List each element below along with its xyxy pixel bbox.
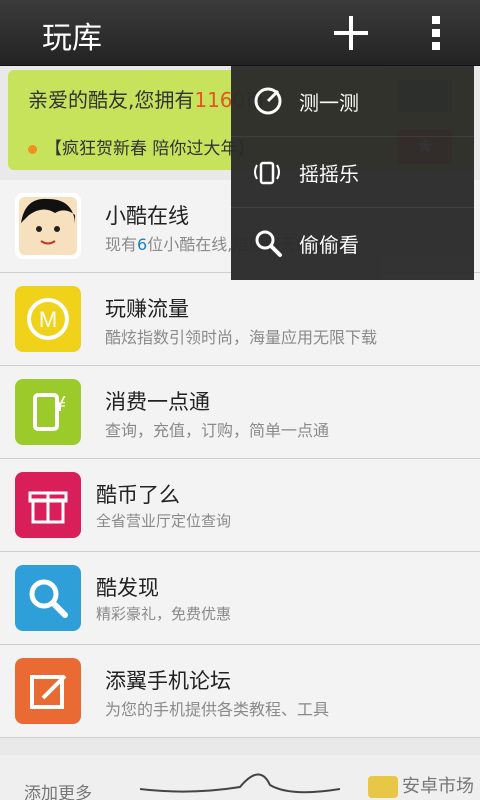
svg-text:¥: ¥ [54,392,67,416]
item-desc: 为您的手机提供各类教程、工具 [105,700,330,719]
plus-icon[interactable] [334,16,368,50]
menu-item-label: 测一测 [299,91,359,115]
list-item-discover[interactable]: 酷发现 精彩豪礼，免费优惠 [0,552,480,645]
phone-yuan-icon: ¥ [15,379,81,445]
gauge-icon [253,86,283,116]
item-title: 添翼手机论坛 [105,669,231,693]
m-coin-icon: M [15,286,81,352]
market-logo-icon [368,776,398,798]
list-item-earn-traffic[interactable]: M 玩赚流量 酷炫指数引领时尚，海量应用无限下载 [0,273,480,366]
avatar-icon [15,193,81,259]
item-title: 酷发现 [96,576,159,600]
footer: 添加更多 安卓市场 [0,755,480,800]
gift-icon [15,472,81,538]
watermark: 安卓市场 [368,772,474,798]
shake-phone-icon [253,157,283,187]
item-desc: 全省营业厅定位查询 [96,512,232,530]
overflow-menu: 测一测 摇摇乐 偷偷看 [231,66,474,280]
item-desc: 酷炫指数引领时尚，海量应用无限下载 [105,328,378,347]
greeting-text: 亲爱的酷友,您拥有1160币 [28,88,265,112]
add-more-link[interactable]: 添加更多 [24,779,92,800]
page-title: 玩库 [42,21,102,56]
item-title: 小酷在线 [105,204,189,228]
search-icon [253,228,283,258]
list-item-kubi[interactable]: 酷币了么 全省营业厅定位查询 [0,459,480,552]
menu-item-test[interactable]: 测一测 [231,66,474,137]
top-bar: 玩库 [0,0,480,66]
promo-text[interactable]: 【疯狂贺新春 陪你过大年】 [28,134,254,159]
edit-note-icon [15,658,81,724]
magnifier-icon [15,565,81,631]
squiggle-decoration [140,773,340,794]
list-item-billing[interactable]: ¥ 消费一点通 查询，充值，订购，简单一点通 [0,366,480,459]
menu-item-label: 摇摇乐 [299,162,359,186]
item-title: 玩赚流量 [105,297,189,321]
menu-item-shake[interactable]: 摇摇乐 [231,137,474,208]
item-title: 消费一点通 [105,390,210,414]
item-desc: 查询，充值，订购，简单一点通 [105,421,330,440]
more-options-icon[interactable] [426,16,446,50]
menu-item-label: 偷偷看 [299,233,359,257]
item-desc: 精彩豪礼，免费优惠 [96,605,232,623]
list-item-forum[interactable]: 添翼手机论坛 为您的手机提供各类教程、工具 [0,645,480,738]
bullet-icon [28,144,37,154]
item-title: 酷币了么 [96,483,180,507]
svg-text:M: M [39,307,57,332]
menu-item-peek[interactable]: 偷偷看 [231,208,474,279]
